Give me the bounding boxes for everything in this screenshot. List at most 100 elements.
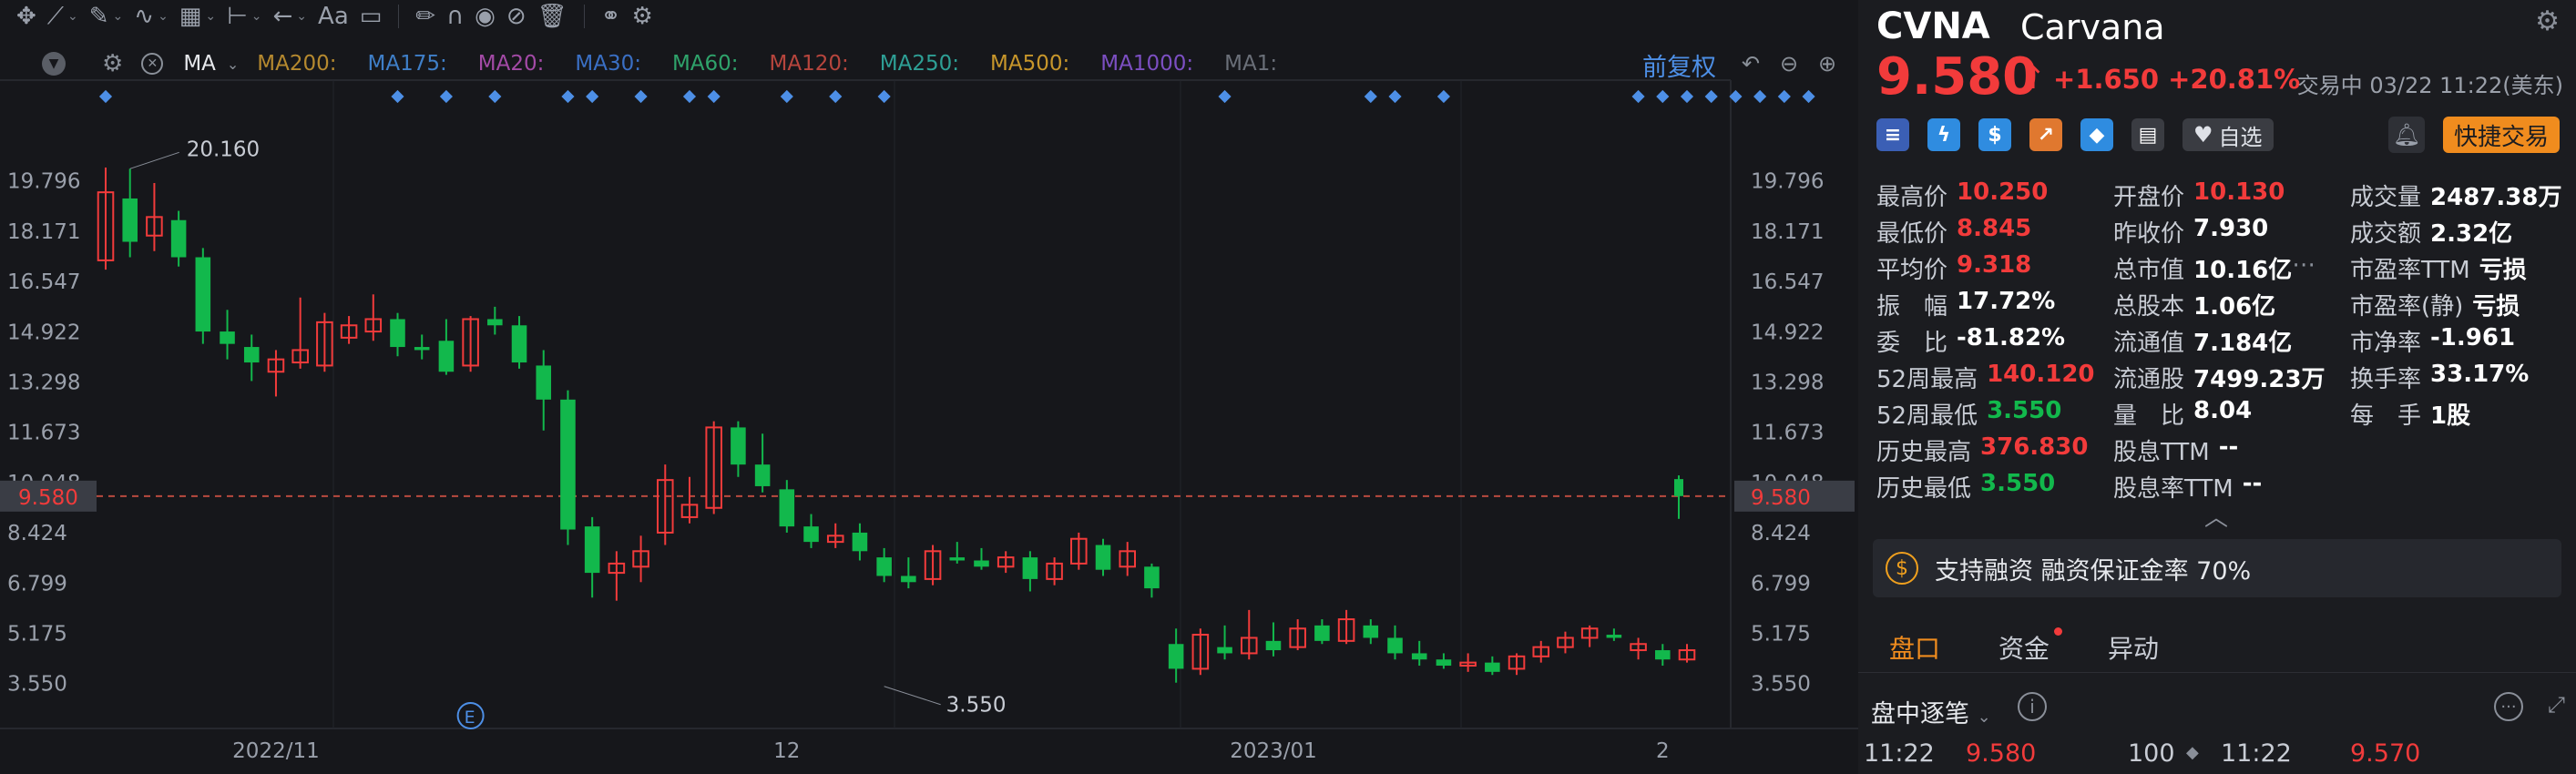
earnings-icon-label: E — [465, 708, 475, 728]
chevron-up-icon[interactable]: ︿ — [2204, 499, 2228, 533]
stat-value: 17.72% — [1957, 288, 2056, 315]
measure-tool-icon[interactable]: ⊢ ⌄ — [227, 3, 261, 30]
stat-value: 2487.38万 — [2430, 184, 2562, 211]
quote-panel: CVNA Carvana ⚙ 9.580 ↑ +1.650 +20.81% 交易… — [1858, 0, 2576, 774]
doc-icon[interactable]: ▤ — [2131, 118, 2164, 151]
stats-row: 委 比 -81.82% 流通值 7.184亿 市净率 -1.961 — [1876, 324, 2569, 361]
settings-icon[interactable]: ⚙ — [631, 3, 652, 30]
text-tool-icon[interactable]: Aa — [318, 3, 349, 30]
event-dot-marker — [682, 89, 697, 104]
dollar-icon[interactable]: $ — [1978, 118, 2011, 151]
bell-icon[interactable]: 🔔︎ — [2388, 117, 2425, 153]
gear-icon[interactable]: ⚙ — [102, 50, 123, 77]
undo-icon[interactable]: ↶ — [1742, 51, 1760, 76]
eye-icon[interactable]: ◉ — [475, 3, 496, 30]
ma-indicator-bar: ▼ ⚙ ✕ MA ⌄ MA200: MA175: MA20: MA30: MA60: MA… — [0, 47, 1858, 80]
ticker-symbol: CVNA — [1876, 5, 1990, 47]
us-flag-icon[interactable]: ≡ — [1876, 118, 1909, 151]
stat-cell: 市净率 -1.961 — [2350, 324, 2569, 361]
tab-0[interactable]: 盘口 — [1889, 629, 1940, 666]
event-dot-marker — [1777, 89, 1791, 104]
zoom-in-icon[interactable]: ⊕ — [1818, 51, 1836, 76]
detail-tabs: 盘口 资金 异动 — [1858, 623, 2576, 673]
stat-value: 1.06亿 — [2193, 293, 2276, 321]
tab-2[interactable]: 异动 — [2108, 629, 2159, 666]
trash-icon[interactable]: 🗑︎ — [537, 3, 567, 30]
comment-icon[interactable]: ▭ — [360, 3, 383, 30]
ma-item[interactable]: MA1000: — [1100, 52, 1193, 76]
pencil-icon[interactable]: ✏ — [415, 3, 435, 30]
chart-panel[interactable]: 19.796 19.796 18.171 18.171 16.547 16.547 14.9… — [0, 0, 1858, 774]
stat-label: 历史最低 — [1876, 475, 1972, 503]
margin-info-box[interactable]: $ 支持融资 融资保证金率 70% — [1873, 539, 2561, 597]
stat-cell: 成交量 2487.38万 — [2350, 178, 2569, 215]
gear-icon[interactable]: ⚙ — [2535, 5, 2560, 37]
stat-cell: 历史最低 3.550 — [1876, 470, 2113, 506]
ma-item[interactable]: MA20: — [478, 52, 545, 76]
company-name: Carvana — [2020, 7, 2165, 47]
ma-item[interactable]: MA175: — [368, 52, 447, 76]
stat-label: 市盈率TTM — [2350, 257, 2470, 284]
candle-body — [195, 257, 211, 332]
heart-icon: ♥ — [2193, 122, 2213, 148]
ma-item[interactable]: MA250: — [880, 52, 959, 76]
y-tick-label-left: 16.547 — [7, 270, 80, 294]
tick-time: 11:22 — [1864, 739, 1935, 768]
wave-tool-icon[interactable]: ∿ ⌄ — [134, 3, 169, 30]
ma-indicator-select[interactable]: MA — [183, 52, 216, 76]
stat-label: 总股本 — [2113, 293, 2185, 321]
kline-chart[interactable]: 19.796 19.796 18.171 18.171 16.547 16.547 14.9… — [0, 0, 1858, 774]
arrow-tool-icon[interactable]: ← ⌄ — [273, 3, 308, 30]
trend-icon[interactable]: ↗ — [2029, 118, 2062, 151]
y-tick-label-right: 3.550 — [1751, 673, 1811, 697]
candle-body — [974, 560, 989, 567]
event-dot-marker — [586, 89, 599, 104]
pen-tool-icon[interactable]: ✎ ⌄ — [89, 3, 124, 30]
lightning-icon[interactable]: ϟ — [1927, 118, 1960, 151]
ma-item[interactable]: MA1: — [1224, 52, 1277, 76]
fib-tool-icon[interactable]: ▦ ⌄ — [179, 3, 216, 30]
ma-item[interactable]: MA500: — [990, 52, 1069, 76]
stat-value: -- — [2218, 433, 2239, 461]
event-dot-marker — [1364, 89, 1377, 104]
link-icon[interactable]: ⚭ — [601, 3, 621, 30]
y-tick-label-left: 19.796 — [7, 170, 80, 194]
adjust-mode-button[interactable]: 前复权 — [1642, 47, 1716, 83]
candle-body — [876, 557, 892, 576]
stat-cell: 每 手 1股 — [2350, 397, 2569, 433]
watchlist-button[interactable]: ♥ 自选 — [2182, 118, 2274, 151]
stat-cell: 总股本 1.06亿 — [2113, 288, 2350, 324]
stat-label: 开盘价 — [2113, 184, 2185, 211]
ma-item[interactable]: MA200: — [257, 52, 336, 76]
stat-cell: 平均价 9.318 — [1876, 251, 2113, 288]
chevron-down-icon[interactable]: ▼ — [42, 52, 66, 76]
ma-item[interactable]: MA30: — [575, 52, 641, 76]
event-dot-marker — [1656, 89, 1670, 104]
tick-list-title[interactable]: 盘中逐笔 ⌄ — [1871, 694, 1991, 729]
quick-trade-button[interactable]: 快捷交易 — [2443, 117, 2560, 153]
hide-icon[interactable]: ⊘ — [506, 3, 526, 30]
stat-value: -81.82% — [1957, 324, 2066, 351]
ma-item[interactable]: MA120: — [770, 52, 849, 76]
chevron-down-icon[interactable]: ⌄ — [227, 56, 239, 73]
expand-icon[interactable]: ⤢ — [2548, 692, 2565, 718]
ma-items: MA200: MA175: MA20: MA30: MA60: MA120: MA250: M… — [257, 52, 1308, 76]
annotation-leader — [884, 686, 941, 706]
tick-direction-icon: ◆ — [2186, 743, 2199, 762]
event-dot-marker — [1218, 89, 1232, 104]
line-tool-icon[interactable]: ⟋ ⌄ — [47, 3, 78, 31]
crosshair-icon[interactable]: ✥ — [16, 3, 36, 30]
info-icon[interactable]: i — [2018, 692, 2047, 721]
tag-icon[interactable]: ◆ — [2080, 118, 2113, 151]
more-info-icon[interactable]: ⋯ — [2292, 251, 2315, 288]
close-icon[interactable]: ✕ — [141, 53, 164, 75]
stat-value: 10.250 — [1957, 178, 2049, 206]
tab-1[interactable]: 资金 — [1998, 627, 2063, 666]
stat-label: 流通股 — [2113, 366, 2185, 393]
candle-body — [1168, 644, 1184, 669]
stat-value: 8.845 — [1957, 215, 2032, 242]
zoom-out-icon[interactable]: ⊖ — [1780, 51, 1798, 76]
more-icon[interactable]: ··· — [2494, 692, 2523, 721]
magnet-icon[interactable]: ∩ — [446, 3, 464, 30]
ma-item[interactable]: MA60: — [672, 52, 739, 76]
